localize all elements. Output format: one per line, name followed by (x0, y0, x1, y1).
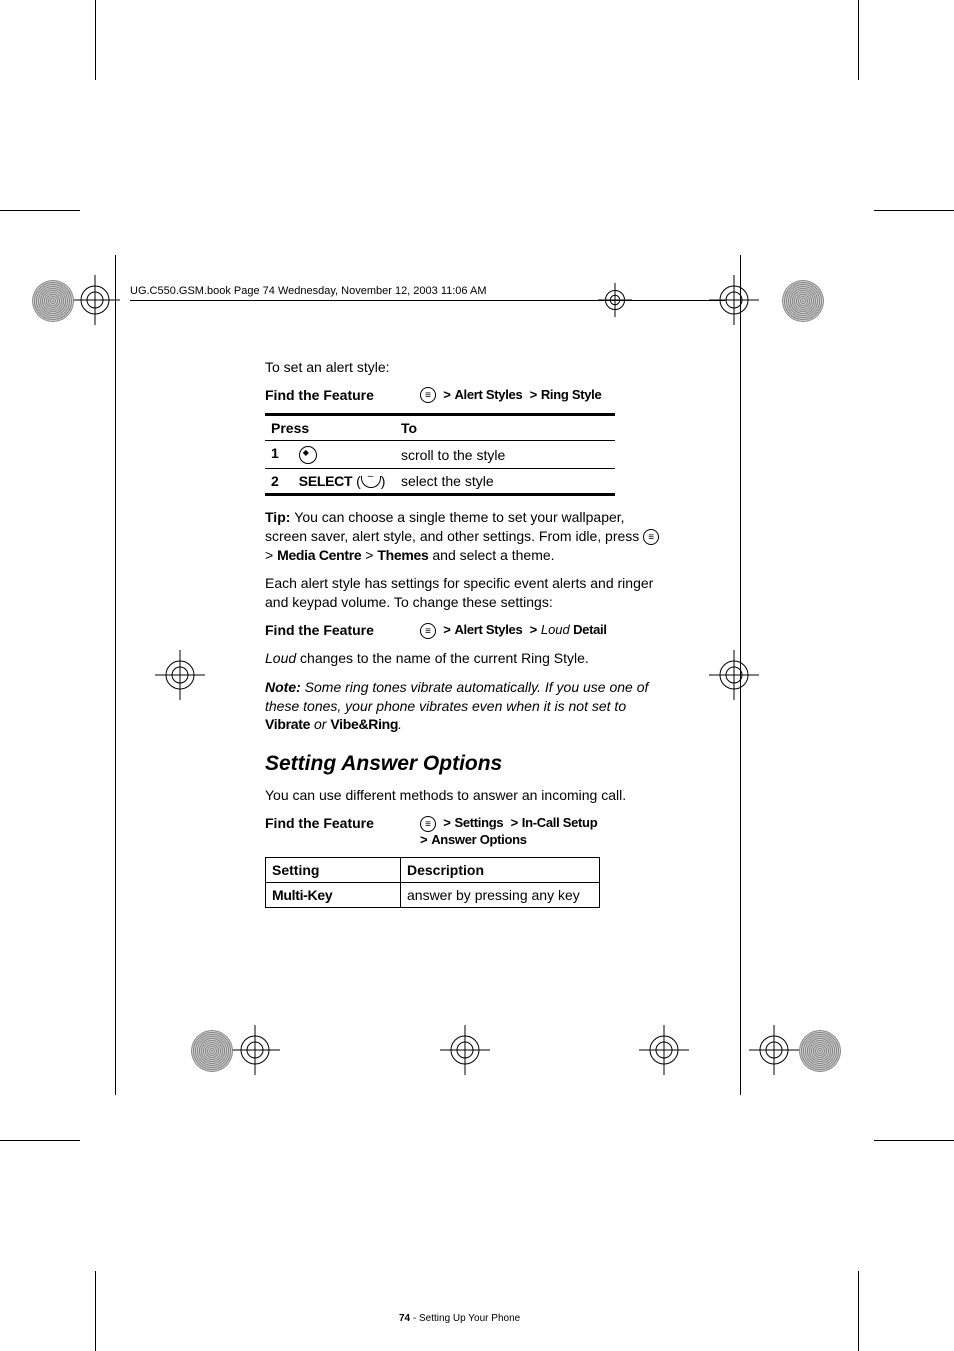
to-header: To (395, 415, 615, 441)
texture-dot-icon (32, 280, 74, 322)
reg-mark-icon (749, 1025, 799, 1075)
reg-mark-icon (440, 1025, 490, 1075)
press-table: Press To 1 scroll to the style 2 SELECT … (265, 413, 615, 495)
note-paragraph: Note: Some ring tones vibrate automatica… (265, 678, 665, 735)
reg-mark-icon (155, 650, 205, 700)
find-feature-row-1: Find the Feature > Alert Styles > Ring S… (265, 387, 665, 404)
texture-dot-icon (191, 1030, 233, 1072)
reg-mark-icon (70, 275, 120, 325)
table-row: Multi-Key answer by pressing any key (266, 882, 600, 907)
para-answer: You can use different methods to answer … (265, 786, 665, 805)
page-header: UG.C550.GSM.book Page 74 Wednesday, Nove… (130, 285, 487, 297)
description-header: Description (401, 857, 600, 882)
loud-note: Loud changes to the name of the current … (265, 649, 665, 668)
nav-key-icon (299, 446, 317, 464)
find-feature-row-2: Find the Feature > Alert Styles > Loud D… (265, 622, 665, 639)
texture-dot-icon (799, 1030, 841, 1072)
find-feature-label: Find the Feature (265, 387, 420, 404)
softkey-icon (361, 476, 381, 488)
table-row: 1 scroll to the style (265, 441, 615, 468)
heading-answer-options: Setting Answer Options (265, 752, 665, 776)
reg-mark-icon (709, 650, 759, 700)
reg-mark-icon (639, 1025, 689, 1075)
page-footer: 74 - Setting Up Your Phone (399, 1313, 520, 1324)
reg-mark-icon (230, 1025, 280, 1075)
find-feature-label: Find the Feature (265, 622, 420, 639)
para-settings: Each alert style has settings for specif… (265, 574, 665, 612)
menu-key-icon (643, 529, 659, 545)
press-header: Press (265, 415, 395, 441)
intro-text: To set an alert style: (265, 358, 665, 377)
find-feature-row-3: Find the Feature > Settings > In-Call Se… (265, 815, 665, 847)
texture-dot-icon (782, 280, 824, 322)
menu-key-icon (420, 387, 436, 403)
tip-paragraph: Tip: You can choose a single theme to se… (265, 508, 665, 565)
table-row: 2 SELECT () select the style (265, 468, 615, 494)
settings-table: Setting Description Multi-Key answer by … (265, 857, 600, 908)
setting-header: Setting (266, 857, 401, 882)
menu-key-icon (420, 816, 436, 832)
menu-key-icon (420, 623, 436, 639)
reg-mark-small-icon (598, 283, 632, 317)
find-feature-label: Find the Feature (265, 815, 420, 847)
